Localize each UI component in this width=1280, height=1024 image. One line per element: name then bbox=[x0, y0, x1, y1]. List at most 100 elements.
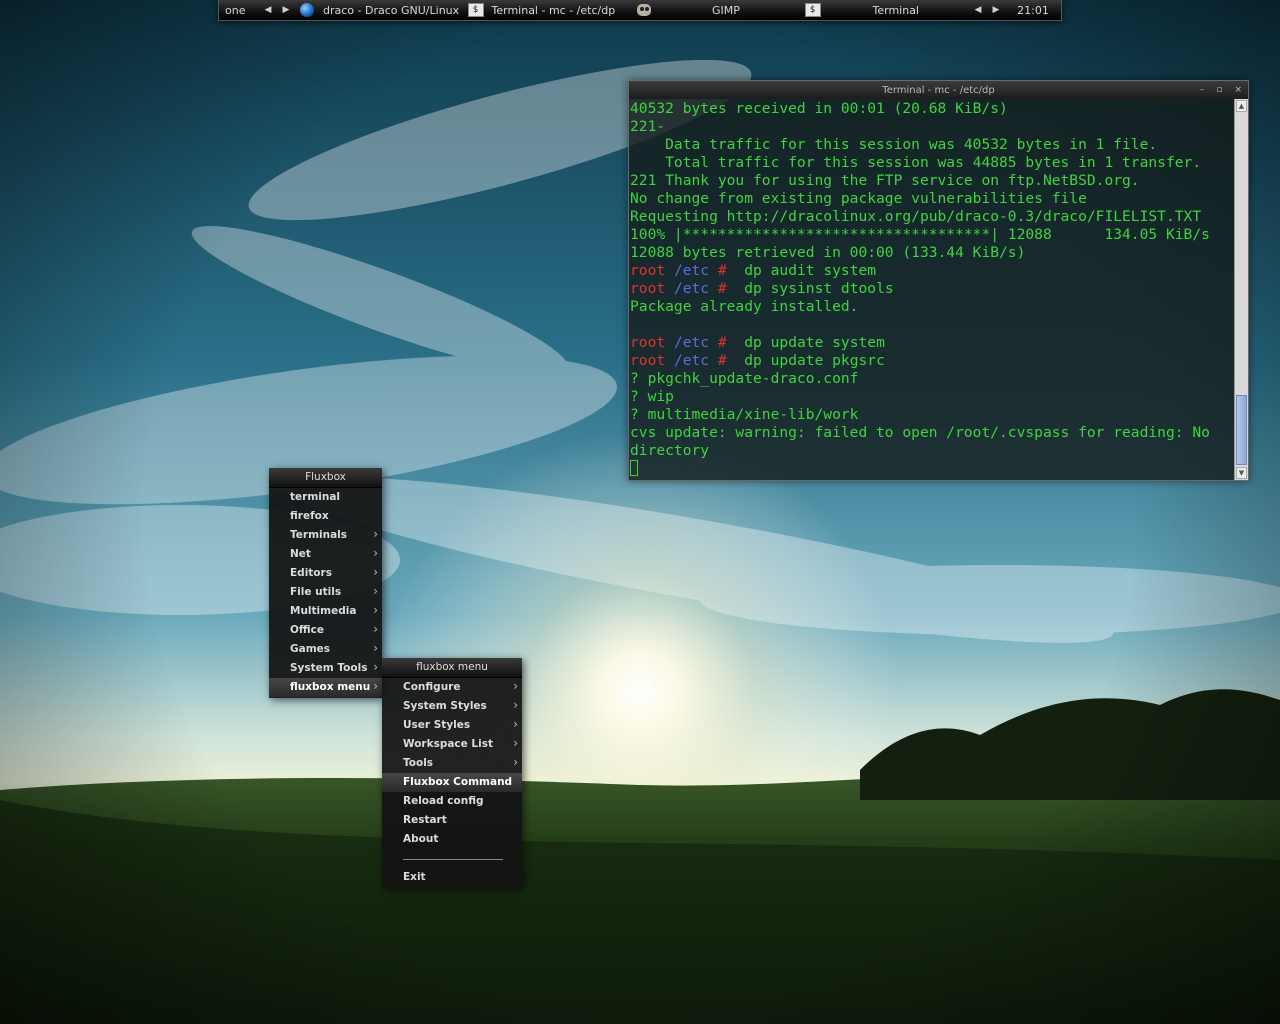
task-label: Terminal - mc - /etc/dp bbox=[491, 3, 616, 17]
line-text: Requesting http://dracolinux.org/pub/dra… bbox=[630, 208, 1202, 225]
terminal-line: No change from existing package vulnerab… bbox=[630, 190, 1234, 208]
fluxbox-submenu: fluxbox menu ConfigureSystem StylesUser … bbox=[382, 658, 522, 888]
menu-item-reload-config[interactable]: Reload config bbox=[382, 792, 522, 811]
terminal-line: ? multimedia/xine-lib/work bbox=[630, 406, 1234, 424]
terminal-line: Data traffic for this session was 40532 … bbox=[630, 136, 1234, 154]
menu-item-net[interactable]: Net bbox=[269, 544, 382, 564]
terminal-line: root /etc # dp audit system bbox=[630, 262, 1234, 280]
menu-item-fluxbox-command[interactable]: Fluxbox Command bbox=[382, 773, 522, 792]
fluxbox-root-menu: Fluxbox terminalfirefoxTerminalsNetEdito… bbox=[269, 468, 382, 698]
close-button[interactable]: × bbox=[1234, 85, 1242, 95]
line-text: dp update pkgsrc bbox=[726, 352, 885, 369]
globe-icon bbox=[299, 3, 315, 17]
prompt-user: root bbox=[630, 280, 666, 297]
terminal-icon: $ bbox=[804, 3, 821, 17]
terminal-scrollbar[interactable]: ▲ ▼ bbox=[1234, 99, 1248, 480]
menu-item-restart[interactable]: Restart bbox=[382, 811, 522, 830]
next-workspace-button[interactable]: ▶ bbox=[277, 0, 295, 20]
terminal-line: directory bbox=[630, 442, 1234, 460]
prompt-hash: # bbox=[717, 352, 727, 369]
prompt-line[interactable] bbox=[630, 460, 1234, 478]
prompt-user: root bbox=[630, 262, 666, 279]
menu-item-fluxbox-menu[interactable]: fluxbox menu bbox=[269, 677, 382, 697]
terminal-line: cvs update: warning: failed to open /roo… bbox=[630, 424, 1234, 442]
terminal-line: root /etc # dp update system bbox=[630, 334, 1234, 352]
menu-item-multimedia[interactable]: Multimedia bbox=[269, 601, 382, 621]
menu-item-user-styles[interactable]: User Styles bbox=[382, 715, 522, 735]
menu-item-configure[interactable]: Configure bbox=[382, 677, 522, 697]
menu-item-file-utils[interactable]: File utils bbox=[269, 582, 382, 602]
terminal-icon: $ bbox=[467, 3, 484, 17]
terminal-line: ? wip bbox=[630, 388, 1234, 406]
prompt-hash: # bbox=[717, 262, 727, 279]
minimize-button[interactable]: – bbox=[1200, 85, 1205, 95]
window-title: Terminal - mc - /etc/dp bbox=[882, 84, 995, 96]
line-text: Data traffic for this session was 40532 … bbox=[630, 136, 1158, 153]
terminal-output[interactable]: 40532 bytes received in 00:01 (20.68 KiB… bbox=[629, 99, 1234, 480]
terminal-line: root /etc # dp update pkgsrc bbox=[630, 352, 1234, 370]
menu-item-system-tools[interactable]: System Tools bbox=[269, 658, 382, 678]
task-terminal[interactable]: $ Terminal bbox=[801, 0, 970, 20]
text-cursor bbox=[630, 460, 638, 476]
line-text: 221- bbox=[630, 118, 666, 135]
menu-item-editors[interactable]: Editors bbox=[269, 563, 382, 583]
menu-item-office[interactable]: Office bbox=[269, 620, 382, 640]
menu-item-games[interactable]: Games bbox=[269, 639, 382, 659]
triangle-right-icon: ▶ bbox=[992, 5, 1000, 15]
maximize-button[interactable]: ▫ bbox=[1216, 85, 1222, 95]
terminal-line: 12088 bytes retrieved in 00:00 (133.44 K… bbox=[630, 244, 1234, 262]
menu-item-terminals[interactable]: Terminals bbox=[269, 525, 382, 545]
line-text: dp update system bbox=[726, 334, 885, 351]
menu-separator bbox=[382, 849, 522, 868]
line-text: 12088 bytes retrieved in 00:00 (133.44 K… bbox=[630, 244, 1026, 261]
scrollbar-thumb[interactable] bbox=[1236, 395, 1247, 465]
menu-item-exit[interactable]: Exit bbox=[382, 868, 522, 887]
prompt-dir: /etc bbox=[673, 280, 710, 297]
task-draco[interactable]: draco - Draco GNU/Linux bbox=[295, 0, 464, 20]
line-text: Package already installed. bbox=[630, 298, 859, 315]
terminal-line: root /etc # dp sysinst dtools bbox=[630, 280, 1234, 298]
menu-title: fluxbox menu bbox=[382, 658, 522, 678]
prompt-dir: /etc bbox=[673, 334, 710, 351]
gimp-icon bbox=[636, 3, 652, 17]
task-label: Terminal bbox=[872, 3, 920, 17]
line-text: ? multimedia/xine-lib/work bbox=[630, 406, 859, 423]
task-label: GIMP bbox=[712, 3, 740, 17]
terminal-line: 221- bbox=[630, 118, 1234, 136]
scroll-up-button[interactable]: ▲ bbox=[1236, 100, 1247, 112]
task-gimp[interactable]: GIMP bbox=[632, 0, 801, 20]
fluxbox-toolbar: one ◀ ▶ draco - Draco GNU/Linux $ Termin… bbox=[218, 0, 1062, 21]
clock: 21:01 bbox=[1017, 3, 1049, 17]
terminal-line: Total traffic for this session was 44885… bbox=[630, 154, 1234, 172]
prompt-hash: # bbox=[717, 280, 727, 297]
line-text: 100% |**********************************… bbox=[630, 226, 1210, 243]
line-text: directory bbox=[630, 442, 710, 459]
next-task-button[interactable]: ▶ bbox=[987, 0, 1005, 20]
line-text: 40532 bytes received in 00:01 (20.68 KiB… bbox=[630, 100, 1008, 117]
menu-item-system-styles[interactable]: System Styles bbox=[382, 696, 522, 716]
terminal-window[interactable]: Terminal - mc - /etc/dp – ▫ × 40532 byte… bbox=[628, 80, 1249, 481]
prev-task-button[interactable]: ◀ bbox=[969, 0, 987, 20]
line-text: dp audit system bbox=[726, 262, 877, 279]
prompt-hash: # bbox=[717, 334, 727, 351]
prev-workspace-button[interactable]: ◀ bbox=[259, 0, 277, 20]
terminal-titlebar[interactable]: Terminal - mc - /etc/dp – ▫ × bbox=[629, 81, 1248, 99]
prompt-dir: /etc bbox=[673, 352, 710, 369]
menu-item-workspace-list[interactable]: Workspace List bbox=[382, 734, 522, 754]
menu-item-about[interactable]: About bbox=[382, 830, 522, 849]
terminal-line: Requesting http://dracolinux.org/pub/dra… bbox=[630, 208, 1234, 226]
task-terminal-mc[interactable]: $ Terminal - mc - /etc/dp bbox=[464, 0, 633, 20]
terminal-line: 100% |**********************************… bbox=[630, 226, 1234, 244]
menu-item-terminal[interactable]: terminal bbox=[269, 488, 382, 507]
line-text: Total traffic for this session was 44885… bbox=[630, 154, 1202, 171]
menu-item-tools[interactable]: Tools bbox=[382, 753, 522, 773]
workspace-name[interactable]: one bbox=[219, 0, 259, 20]
prompt-user: root bbox=[630, 334, 666, 351]
scroll-down-button[interactable]: ▼ bbox=[1236, 467, 1247, 479]
task-label: draco - Draco GNU/Linux bbox=[323, 3, 460, 17]
triangle-left-icon: ◀ bbox=[974, 5, 982, 15]
triangle-left-icon: ◀ bbox=[264, 5, 272, 15]
prompt-user: root bbox=[630, 352, 666, 369]
terminal-line: Package already installed. bbox=[630, 298, 1234, 316]
menu-item-firefox[interactable]: firefox bbox=[269, 507, 382, 526]
